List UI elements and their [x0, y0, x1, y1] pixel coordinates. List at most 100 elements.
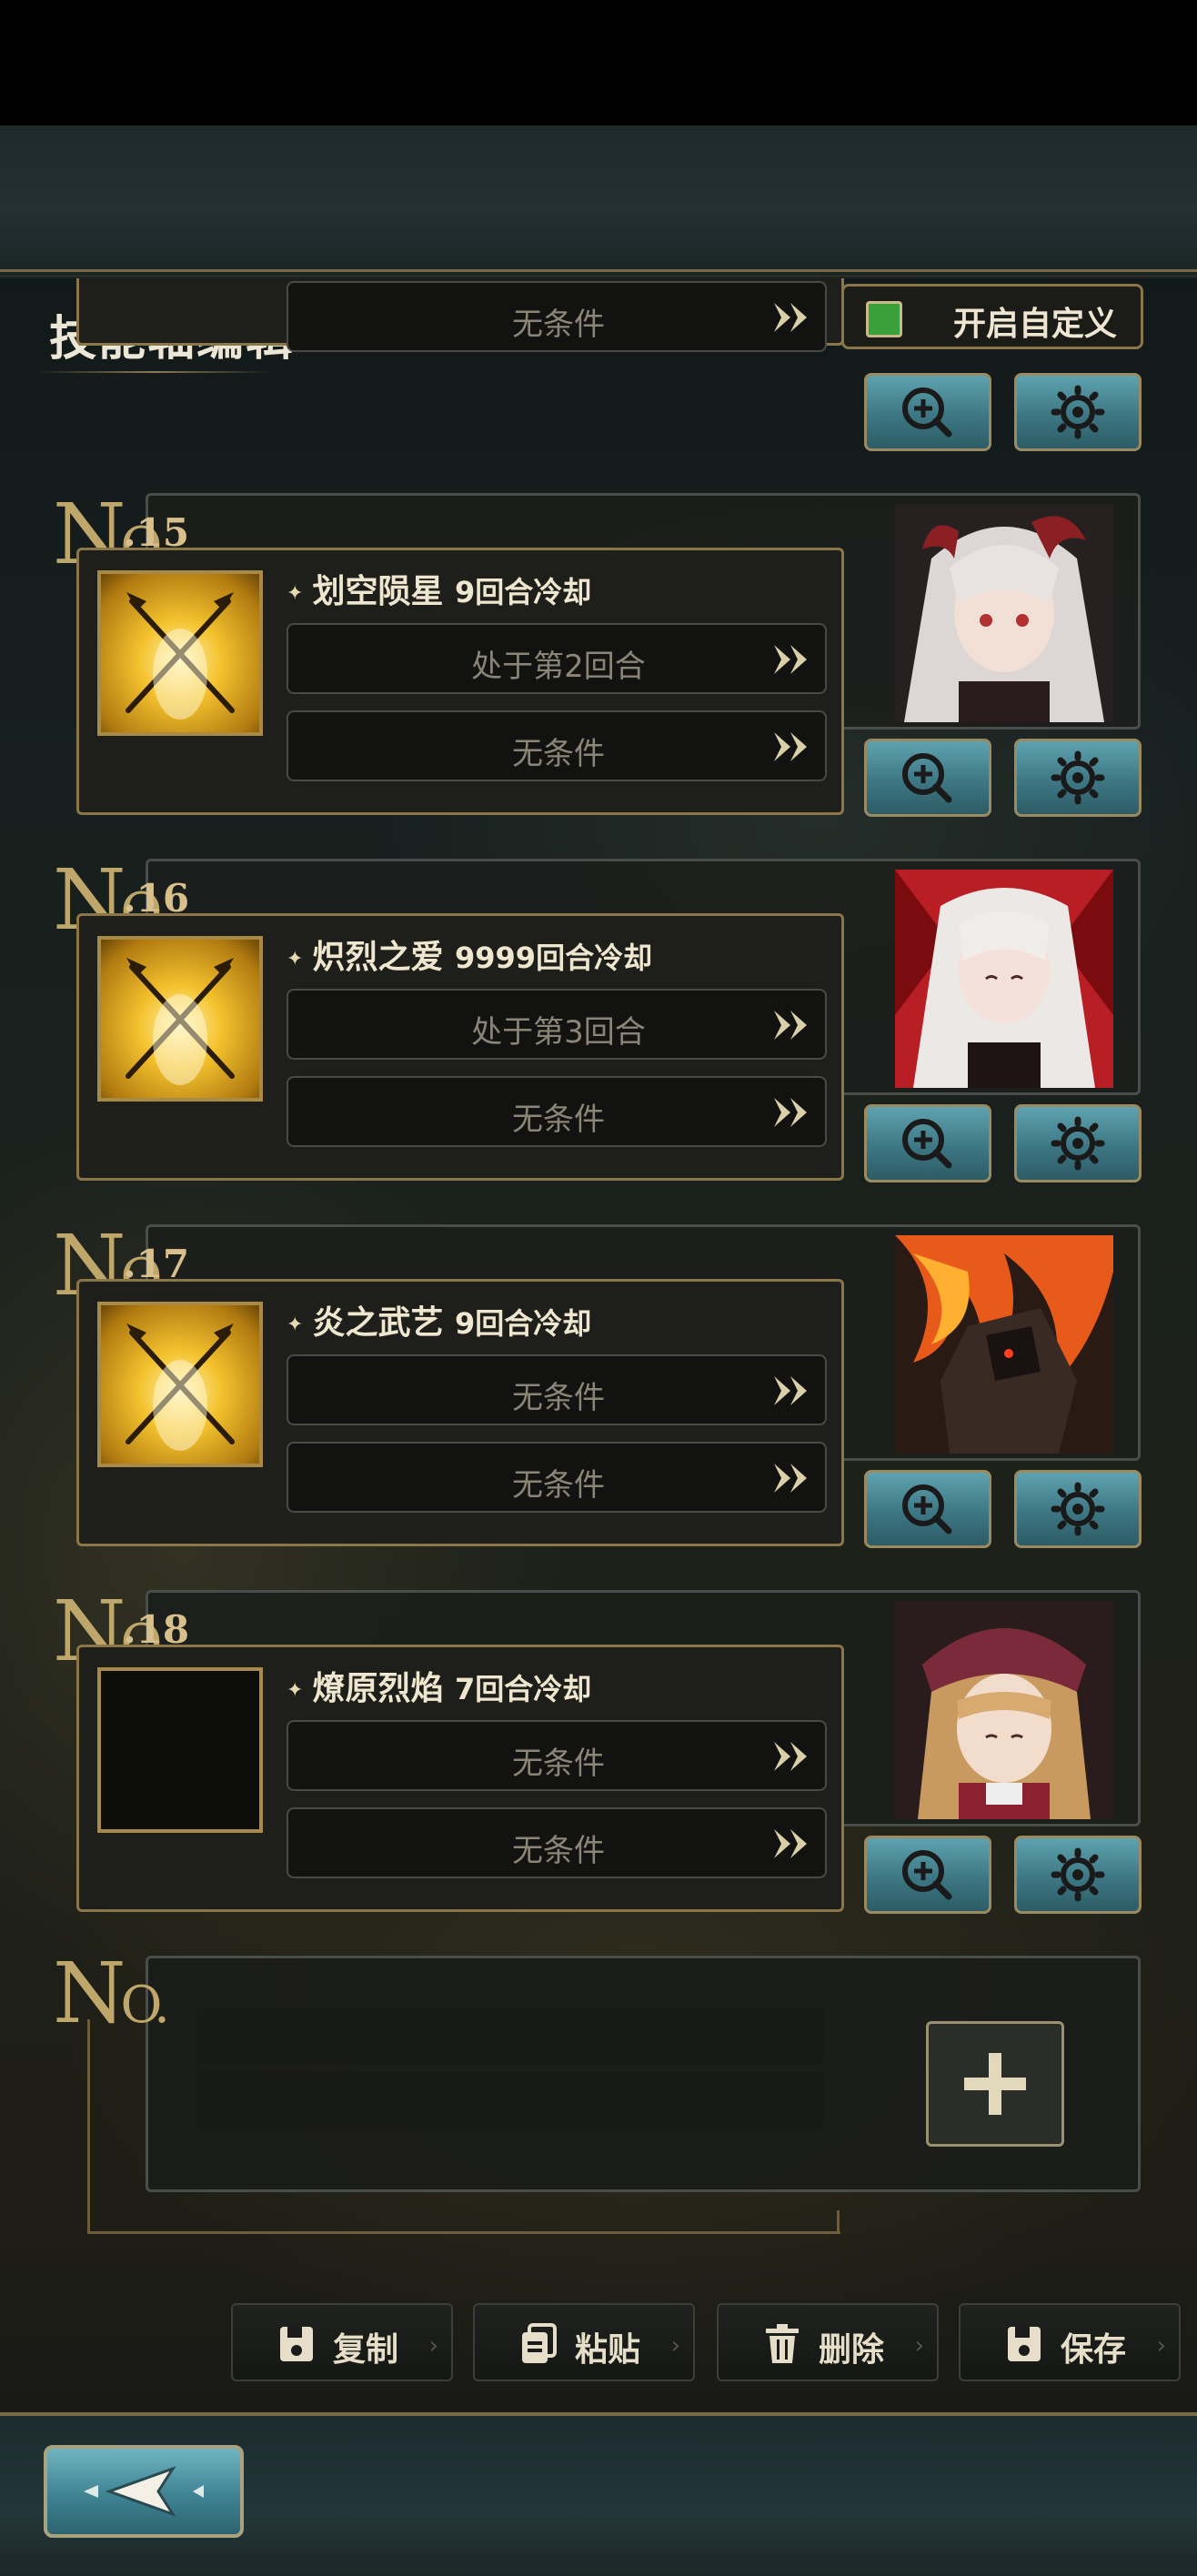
save-disk-icon [280, 2327, 313, 2361]
skill-entry: NO .16 ✦ 炽烈之爱 9999回合冷却 处于第3回合 无条件 [0, 859, 1197, 1223]
trash-icon [766, 2324, 799, 2363]
diamond-bullet-icon: ✦ [287, 1313, 304, 1336]
back-button[interactable] [44, 2445, 244, 2538]
condition-text: 处于第3回合 [471, 1014, 646, 1051]
condition-row[interactable]: 无条件 [287, 1720, 827, 1791]
zoom-button[interactable] [864, 1470, 991, 1548]
action-bar: 复制 › 粘贴 › 删除 › 保存 › [0, 2303, 1197, 2385]
skill-card[interactable]: 无条件 [76, 278, 844, 352]
double-chevron-right-icon [774, 1376, 807, 1405]
double-chevron-right-icon [774, 645, 807, 674]
save-button[interactable]: 保存 › [959, 2303, 1181, 2381]
gear-icon [1051, 750, 1105, 805]
double-chevron-right-icon [774, 1829, 807, 1858]
zoom-in-icon [902, 753, 952, 803]
condition-row[interactable]: 无条件 [287, 1807, 827, 1878]
skill-card[interactable]: ✦ 炎之武艺 9回合冷却 无条件 无条件 [76, 1279, 844, 1546]
skill-entry: NO .15 ✦ 划空陨星 9回合冷却 处于第2回合 无条件 [0, 493, 1197, 857]
zoom-button[interactable] [864, 373, 991, 451]
condition-text: 无条件 [512, 307, 605, 343]
zoom-button[interactable] [864, 739, 991, 817]
chevron-right-icon: › [428, 2332, 438, 2360]
double-chevron-right-icon [774, 1464, 807, 1493]
skill-icon-empty[interactable] [97, 1667, 263, 1833]
condition-text: 无条件 [512, 1833, 605, 1869]
copy-label: 复制 [333, 2331, 399, 2369]
character-portrait[interactable] [895, 504, 1113, 722]
header-divider [0, 269, 1197, 272]
gear-icon [1051, 1116, 1105, 1171]
zoom-in-icon [902, 1850, 952, 1900]
settings-button[interactable] [1014, 1470, 1142, 1548]
condition-row[interactable]: 无条件 [287, 1076, 827, 1147]
double-chevron-right-icon [774, 303, 807, 332]
condition-row[interactable]: 无条件 [287, 710, 827, 781]
condition-text: 无条件 [512, 1102, 605, 1138]
skill-card[interactable]: ✦ 划空陨星 9回合冷却 处于第2回合 无条件 [76, 548, 844, 815]
skill-card[interactable]: ✦ 炽烈之爱 9999回合冷却 处于第3回合 无条件 [76, 913, 844, 1181]
delete-label: 删除 [819, 2331, 885, 2369]
condition-row[interactable]: 处于第2回合 [287, 623, 827, 694]
condition-row[interactable]: 无条件 [287, 281, 827, 352]
condition-row[interactable]: 无条件 [287, 1354, 827, 1425]
delete-button[interactable]: 删除 › [717, 2303, 939, 2381]
paste-icon [522, 2323, 557, 2363]
zoom-button[interactable] [864, 1836, 991, 1914]
diamond-bullet-icon: ✦ [287, 947, 304, 971]
save-label: 保存 [1061, 2331, 1127, 2369]
skill-icon[interactable] [97, 570, 263, 736]
condition-text: 处于第2回合 [471, 649, 646, 685]
gear-icon [1051, 1482, 1105, 1536]
chevron-right-icon: › [670, 2332, 680, 2360]
portrait-image [895, 870, 1113, 1088]
settings-button[interactable] [1014, 373, 1142, 451]
zoom-button[interactable] [864, 1104, 991, 1182]
copy-button[interactable]: 复制 › [231, 2303, 453, 2381]
zoom-in-icon [902, 1484, 952, 1535]
skill-list[interactable]: 无条件 NO .15 ✦ 划空陨星 9回合冷却 处于第2回合 无条件 NO .1… [0, 278, 1197, 2279]
portrait-image [895, 1235, 1113, 1454]
status-bar [0, 0, 1197, 126]
condition-text: 无条件 [512, 1746, 605, 1782]
paste-label: 粘贴 [575, 2331, 641, 2369]
back-arrow-icon [84, 2466, 204, 2517]
skill-title: ✦ 炎之武艺 9回合冷却 [287, 1304, 592, 1342]
skill-card[interactable]: ✦ 燎原烈焰 7回合冷却 无条件 无条件 [76, 1645, 844, 1912]
character-portrait[interactable] [895, 1235, 1113, 1454]
condition-row[interactable]: 无条件 [287, 1442, 827, 1513]
skill-title: ✦ 燎原烈焰 7回合冷却 [287, 1670, 592, 1707]
condition-row[interactable]: 处于第3回合 [287, 989, 827, 1060]
zoom-in-icon [902, 387, 952, 438]
settings-button[interactable] [1014, 1836, 1142, 1914]
save-disk-icon [1008, 2327, 1041, 2361]
skill-icon[interactable] [97, 1302, 263, 1467]
crossed-spears-icon [126, 958, 235, 1085]
character-portrait[interactable] [895, 870, 1113, 1088]
skill-title: ✦ 划空陨星 9回合冷却 [287, 573, 592, 610]
settings-button[interactable] [1014, 739, 1142, 817]
diamond-bullet-icon: ✦ [287, 581, 304, 605]
condition-text: 无条件 [512, 736, 605, 772]
crossed-spears-icon [126, 1323, 235, 1451]
condition-text: 无条件 [512, 1467, 605, 1504]
double-chevron-right-icon [774, 1742, 807, 1771]
entry-bracket-end [837, 2210, 840, 2234]
settings-button[interactable] [1014, 1104, 1142, 1182]
new-entry-no-letter: NO. [53, 1945, 170, 2042]
skill-entry: NO .17 ✦ 炎之武艺 9回合冷却 无条件 无条件 [0, 1224, 1197, 1588]
skill-entry: NO .18 ✦ 燎原烈焰 7回合冷却 无条件 无条件 [0, 1590, 1197, 1954]
double-chevron-right-icon [774, 1098, 807, 1127]
crossed-spears-icon [126, 592, 235, 719]
double-chevron-right-icon [774, 732, 807, 761]
add-entry-button[interactable] [926, 2021, 1064, 2147]
skill-icon[interactable] [97, 936, 263, 1102]
character-portrait[interactable] [895, 1601, 1113, 1819]
gear-icon [1051, 385, 1105, 439]
chevron-right-icon: › [914, 2332, 924, 2360]
double-chevron-right-icon [774, 1011, 807, 1040]
app-root: 技能轴编辑 开启自定义 无条件 [0, 0, 1197, 2576]
paste-button[interactable]: 粘贴 › [473, 2303, 695, 2381]
header-divider-thin [0, 276, 1197, 277]
zoom-in-icon [902, 1119, 952, 1169]
condition-text: 无条件 [512, 1380, 605, 1416]
